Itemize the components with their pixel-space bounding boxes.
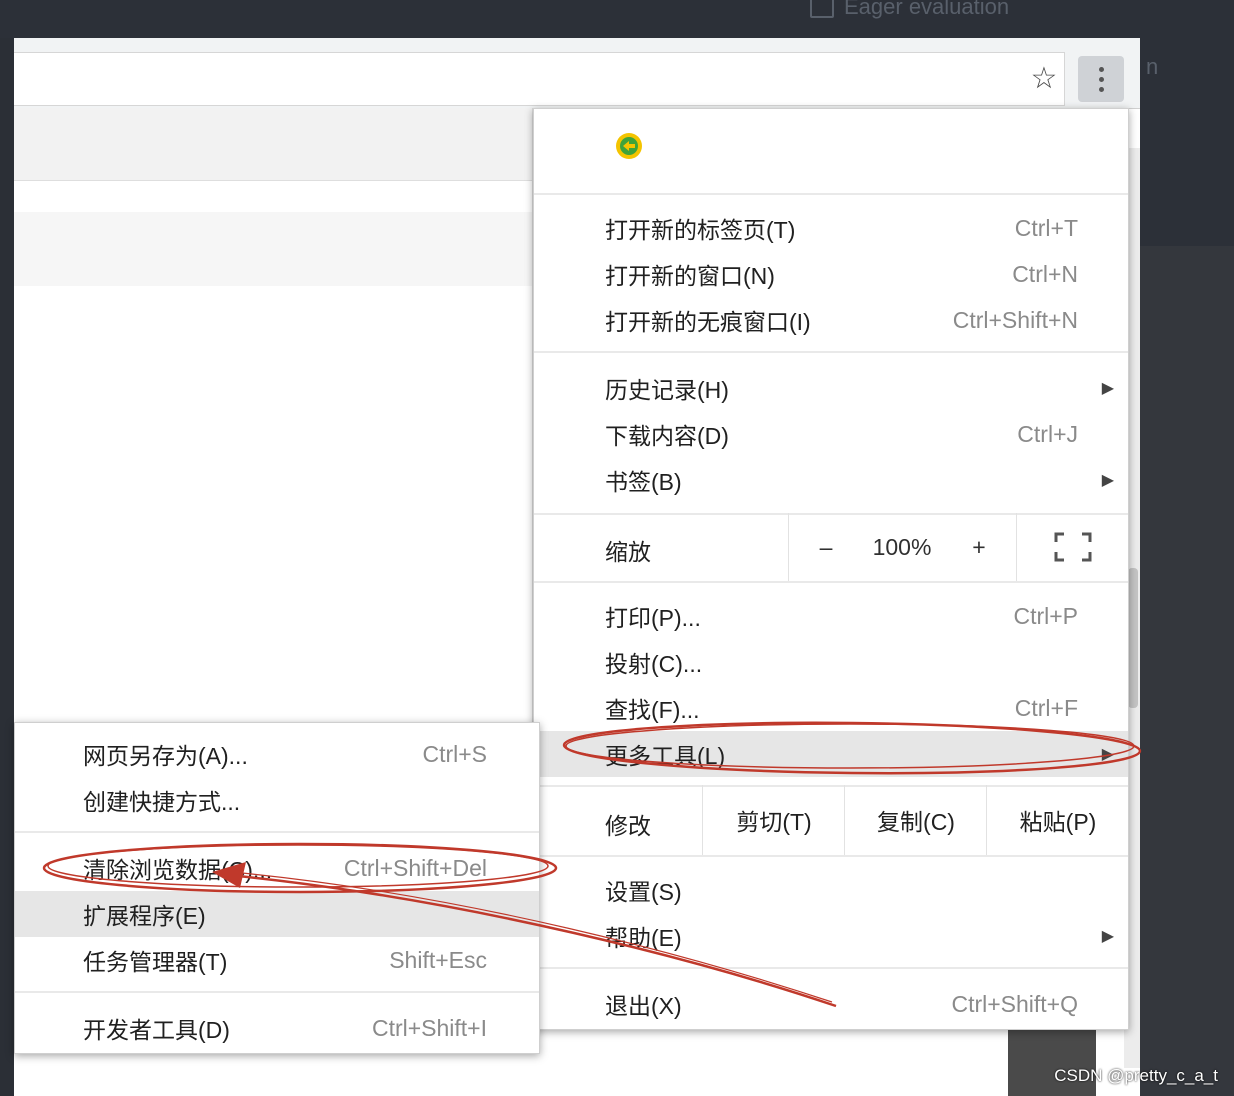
menu-item-label: 创建快捷方式... — [83, 789, 241, 815]
submenu-arrow-icon: ▶ — [1101, 746, 1114, 763]
menu-separator — [534, 193, 1128, 195]
menu-item-label: 帮助(E) — [605, 925, 682, 951]
zoom-level-value: 100% — [872, 533, 932, 560]
menu-item-label: 打印(P)... — [605, 605, 701, 631]
menu-item-new-tab[interactable]: 打开新的标签页(T) Ctrl+T — [534, 205, 1128, 251]
menu-item-label: 查找(F)... — [605, 697, 700, 723]
paste-button[interactable]: 粘贴(P) — [986, 785, 1129, 855]
menu-item-create-shortcut[interactable]: 创建快捷方式... — [15, 777, 539, 823]
menu-item-new-window[interactable]: 打开新的窗口(N) Ctrl+N — [534, 251, 1128, 297]
submenu-arrow-icon: ▶ — [1101, 928, 1114, 945]
menu-item-label: 更多工具(L) — [605, 743, 726, 769]
menu-item-label: 网页另存为(A)... — [83, 743, 248, 769]
watermark: CSDN @pretty_c_a_t — [1054, 1066, 1218, 1085]
zoom-level: 100% — [862, 513, 942, 581]
menu-item-settings[interactable]: 设置(S) — [534, 867, 1128, 913]
checkbox-icon — [810, 0, 834, 18]
browser-toolbar: ☆ — [14, 38, 1140, 109]
edit-label: 修改 — [605, 813, 651, 839]
background-top-bar: Eager evaluation — [0, 0, 1234, 38]
address-bar[interactable] — [14, 52, 1065, 106]
menu-separator — [15, 831, 539, 833]
menu-item-downloads[interactable]: 下载内容(D) Ctrl+J — [534, 411, 1128, 457]
menu-item-label: 清除浏览数据(C)... — [83, 857, 273, 883]
kebab-icon[interactable] — [1078, 56, 1124, 102]
menu-separator — [534, 855, 1128, 857]
submenu-arrow-icon: ▶ — [1101, 472, 1114, 489]
menu-item-shortcut: Ctrl+N — [1012, 260, 1078, 287]
menu-item-exit[interactable]: 退出(X) Ctrl+Shift+Q — [534, 981, 1128, 1027]
menu-item-history[interactable]: 历史记录(H) ▶ — [534, 365, 1128, 411]
menu-item-more-tools[interactable]: 更多工具(L) ▶ — [534, 731, 1128, 777]
menu-item-label: 打开新的窗口(N) — [605, 263, 775, 289]
menu-item-label: 扩展程序(E) — [83, 903, 206, 929]
menu-item-label: 打开新的无痕窗口(I) — [605, 309, 811, 335]
background-text-fragment: n — [1146, 54, 1159, 79]
menu-separator — [534, 351, 1128, 353]
menu-item-label: 书签(B) — [605, 469, 682, 495]
page-header-strip — [14, 108, 532, 181]
zoom-in-label: + — [972, 533, 986, 560]
cut-label: 剪切(T) — [736, 809, 812, 835]
menu-item-shortcut: Ctrl+T — [1014, 214, 1078, 241]
menu-item-developer-tools[interactable]: 开发者工具(D) Ctrl+Shift+I — [15, 1005, 539, 1051]
edit-row: 修改 剪切(T) 复制(C) 粘贴(P) — [534, 785, 1128, 855]
menu-item-save-page-as[interactable]: 网页另存为(A)... Ctrl+S — [15, 731, 539, 777]
menu-item-bookmarks[interactable]: 书签(B) ▶ — [534, 457, 1128, 503]
menu-item-shortcut: Ctrl+J — [1017, 420, 1078, 447]
menu-item-shortcut: Ctrl+Shift+I — [371, 1014, 487, 1041]
menu-separator — [534, 967, 1128, 969]
fullscreen-button[interactable] — [1016, 513, 1129, 581]
zoom-label: 缩放 — [605, 539, 651, 565]
menu-item-label: 历史记录(H) — [605, 377, 729, 403]
menu-item-shortcut: Ctrl+S — [422, 740, 487, 767]
menu-item-help[interactable]: 帮助(E) ▶ — [534, 913, 1128, 959]
copy-button[interactable]: 复制(C) — [844, 785, 987, 855]
menu-item-cast[interactable]: 投射(C)... — [534, 639, 1128, 685]
scrollbar-thumb[interactable] — [1128, 568, 1138, 708]
fullscreen-icon — [1054, 532, 1092, 562]
menu-separator — [15, 991, 539, 993]
zoom-out-label: – — [819, 533, 833, 560]
menu-item-label: 打开新的标签页(T) — [605, 217, 796, 243]
menu-item-label: 下载内容(D) — [605, 423, 729, 449]
menu-item-shortcut: Ctrl+F — [1014, 694, 1078, 721]
menu-item-shortcut: Ctrl+Shift+Del — [343, 854, 487, 881]
menu-item-shortcut: Ctrl+P — [1013, 602, 1078, 629]
menu-item-label: 设置(S) — [605, 879, 682, 905]
zoom-out-button[interactable]: – — [788, 513, 863, 581]
menu-item-shortcut: Ctrl+Shift+N — [952, 306, 1078, 333]
submenu-arrow-icon: ▶ — [1101, 380, 1114, 397]
menu-item-shortcut: Shift+Esc — [389, 946, 487, 973]
menu-item-print[interactable]: 打印(P)... Ctrl+P — [534, 593, 1128, 639]
eager-evaluation-label: Eager evaluation — [844, 0, 1010, 19]
star-icon[interactable]: ☆ — [1018, 52, 1070, 104]
menu-item-task-manager[interactable]: 任务管理器(T) Shift+Esc — [15, 937, 539, 983]
zoom-in-button[interactable]: + — [942, 513, 1016, 581]
menu-item-label: 投射(C)... — [605, 651, 703, 677]
menu-item-clear-browsing-data[interactable]: 清除浏览数据(C)... Ctrl+Shift+Del — [15, 845, 539, 891]
cut-button[interactable]: 剪切(T) — [702, 785, 845, 855]
page-row-strip — [14, 212, 532, 286]
more-tools-submenu: 网页另存为(A)... Ctrl+S 创建快捷方式... 清除浏览数据(C)..… — [14, 722, 540, 1054]
zoom-row: 缩放 – 100% + — [534, 513, 1128, 581]
menu-separator — [534, 581, 1128, 583]
menu-item-label: 开发者工具(D) — [83, 1017, 230, 1043]
menu-item-label: 退出(X) — [605, 993, 682, 1019]
paste-label: 粘贴(P) — [1019, 809, 1097, 835]
browser-main-menu: 打开新的标签页(T) Ctrl+T 打开新的窗口(N) Ctrl+N 打开新的无… — [533, 108, 1129, 1030]
eager-evaluation-option: Eager evaluation — [810, 0, 1009, 20]
menu-item-find[interactable]: 查找(F)... Ctrl+F — [534, 685, 1128, 731]
menu-item-label: 任务管理器(T) — [83, 949, 228, 975]
menu-item-shortcut: Ctrl+Shift+Q — [951, 990, 1078, 1017]
menu-item-extensions[interactable]: 扩展程序(E) — [15, 891, 539, 937]
copy-label: 复制(C) — [877, 809, 955, 835]
360-logo-icon — [616, 133, 642, 159]
menu-item-new-incognito-window[interactable]: 打开新的无痕窗口(I) Ctrl+Shift+N — [534, 297, 1128, 343]
